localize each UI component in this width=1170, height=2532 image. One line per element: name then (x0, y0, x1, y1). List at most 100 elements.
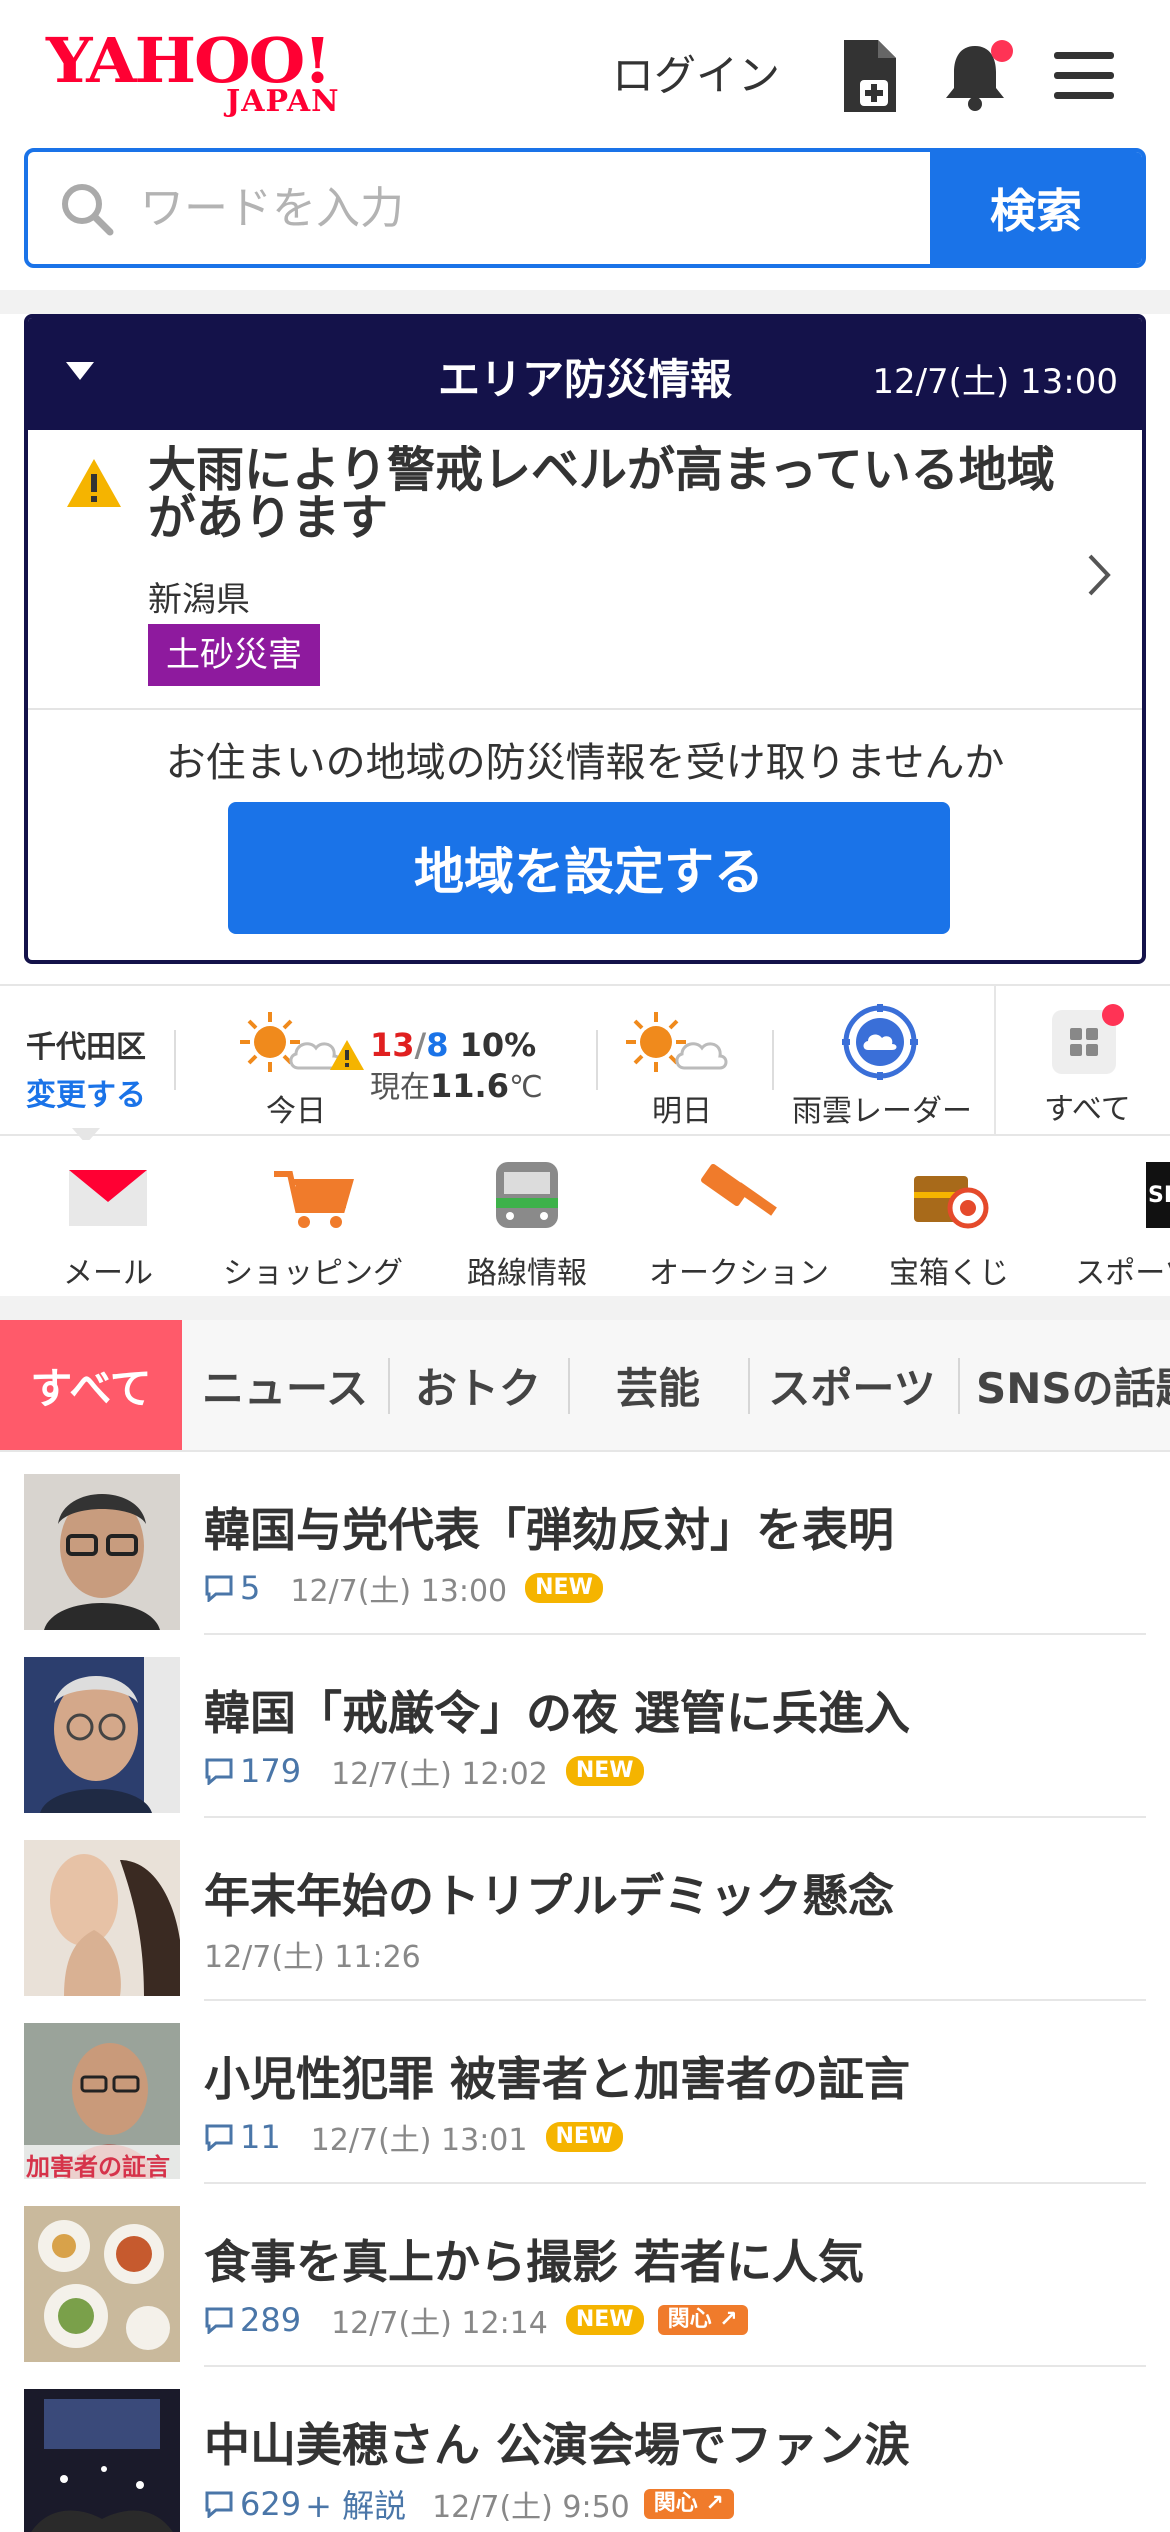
interest-badge: 関心 ↗ (643, 2489, 734, 2519)
search-box: 検索 (24, 148, 1146, 268)
disaster-date: 12/7(土) 13:00 (872, 362, 1118, 402)
low-temp: 8 (426, 1026, 449, 1064)
current-temp-value: 11.6 (430, 1067, 509, 1105)
service-shopping[interactable]: ショッピング (218, 1158, 408, 1292)
cart-icon (268, 1158, 358, 1234)
high-temp: 13 (370, 1026, 415, 1064)
yahoo-japan-logo[interactable]: YAHOO! JAPAN (46, 24, 361, 120)
temp-unit: ℃ (508, 1070, 543, 1105)
change-location-link[interactable]: 変更する (26, 1070, 146, 1114)
comment-number: 629 (240, 2485, 302, 2523)
bell-icon[interactable] (940, 36, 1013, 116)
comment-count[interactable]: 5 (204, 1569, 260, 1607)
news-time: 12/7(土) 12:14 (331, 2306, 548, 2341)
logo-main-text: YAHOO! (46, 24, 332, 97)
weather-warning-icon (328, 1038, 366, 1072)
treasure-icon (904, 1158, 994, 1234)
tab-entertainment[interactable]: 芸能 (570, 1320, 746, 1450)
service-label: ショッピング (223, 1256, 403, 1291)
news-item[interactable]: 中山美穂さん 公演会場でファン涙 629 + 解説 12/7(土) 9:50 関… (24, 2367, 1146, 2532)
comment-count[interactable]: 629 (204, 2485, 301, 2523)
news-item[interactable]: 食事を真上から撮影 若者に人気 289 12/7(土) 12:14 NEW 関心… (24, 2184, 1146, 2367)
warning-icon (64, 456, 124, 510)
tab-news[interactable]: ニュース (190, 1320, 380, 1450)
tab-sports[interactable]: スポーツ (752, 1320, 952, 1450)
news-list: 韓国与党代表「弾劾反対」を表明 5 12/7(土) 13:00 NEW 韓国「戒… (0, 1452, 1170, 2532)
service-treasure[interactable]: 宝箱くじ (884, 1158, 1014, 1292)
divider (596, 1030, 598, 1090)
news-time: 12/7(土) 12:02 (331, 1757, 548, 1792)
train-icon (482, 1158, 572, 1234)
news-title[interactable]: 中山美穂さん 公演会場でファン涙 (204, 2409, 910, 2475)
weather-location[interactable]: 千代田区 変更する (26, 1022, 146, 1114)
today-label: 今日 (266, 1094, 326, 1129)
hamburger-menu-icon[interactable] (1048, 36, 1118, 116)
tab-sns[interactable]: SNSの話題 (976, 1320, 1170, 1450)
rain-radar-label[interactable]: 雨雲レーダー (792, 1086, 972, 1130)
tab-deals[interactable]: おトク (390, 1320, 566, 1450)
news-thumbnail (24, 2206, 180, 2362)
news-thumbnail (24, 1840, 180, 1996)
current-temp: 現在11.6℃ (370, 1062, 543, 1106)
news-item[interactable]: 加害者の証言 小児性犯罪 被害者と加害者の証言 11 12/7(土) 13:01… (24, 2001, 1146, 2184)
news-title[interactable]: 年末年始のトリプルデミック懸念 (204, 1860, 894, 1926)
news-title[interactable]: 食事を真上から撮影 若者に人気 (204, 2226, 864, 2292)
news-meta: 11 12/7(土) 13:01 NEW (204, 2115, 624, 2159)
news-title[interactable]: 韓国「戒厳令」の夜 選管に兵進入 (204, 1677, 910, 1743)
disaster-header[interactable]: エリア防災情報 12/7(土) 13:00 (28, 318, 1142, 430)
new-badge: NEW (525, 1573, 603, 1603)
news-time: 12/7(土) 13:01 (310, 2123, 528, 2158)
tomorrow-label: 明日 (652, 1094, 712, 1129)
rain-radar-icon[interactable] (842, 1004, 918, 1080)
interest-label: 関心 (667, 2307, 712, 2332)
divider (748, 1358, 750, 1414)
comment-number: 179 (240, 1752, 302, 1790)
news-thumbnail (24, 1657, 180, 1813)
comment-count[interactable]: 179 (204, 1752, 301, 1790)
chevron-right-icon[interactable] (1084, 550, 1114, 600)
service-label: オークション (649, 1256, 829, 1291)
news-thumbnail (24, 2389, 180, 2532)
service-shortcuts: メール ショッピング 路線情報 オークション 宝箱くじ S スポー (0, 1140, 1170, 1296)
news-meta: 5 12/7(土) 13:00 NEW (204, 1566, 603, 1610)
weather-bar: 千代田区 変更する 13/8 10% 現在11.6℃ 今日 明日 雨雲レーダー … (0, 984, 1170, 1136)
sun-cloud-icon[interactable] (622, 1008, 746, 1082)
news-title[interactable]: 小児性犯罪 被害者と加害者の証言 (204, 2043, 910, 2109)
commentary-link[interactable]: + 解説 (305, 2481, 406, 2527)
news-meta: 12/7(土) 11:26 (204, 1932, 421, 1976)
search-input[interactable] (140, 168, 940, 248)
interest-label: 関心 (653, 2491, 698, 2516)
news-item[interactable]: 年末年始のトリプルデミック懸念 12/7(土) 11:26 (24, 1818, 1146, 2001)
comment-number: 5 (240, 1569, 261, 1607)
service-label: 宝箱くじ (889, 1256, 1009, 1291)
location-name: 千代田区 (26, 1030, 146, 1065)
service-auction[interactable]: オークション (646, 1158, 832, 1292)
news-title[interactable]: 韓国与党代表「弾劾反対」を表明 (204, 1494, 894, 1560)
news-time: 12/7(土) 11:26 (204, 1940, 421, 1975)
header: YAHOO! JAPAN ログイン ワードを入力 検索 (0, 0, 1170, 290)
set-region-button[interactable]: 地域を設定する (228, 802, 950, 934)
comment-count[interactable]: 11 (204, 2118, 281, 2156)
search-icon (58, 180, 116, 238)
comment-icon (205, 1758, 233, 1785)
service-transit[interactable]: 路線情報 (462, 1158, 592, 1292)
tab-all[interactable]: すべて (0, 1320, 182, 1450)
search-button[interactable]: 検索 (930, 152, 1142, 264)
interest-badge: 関心 ↗ (657, 2305, 748, 2335)
today-temps: 13/8 10% (370, 1026, 537, 1064)
svg-text:SPO: SPO (1148, 1183, 1170, 1208)
all-label: すべて (1044, 1092, 1131, 1127)
service-mail[interactable]: メール (58, 1158, 158, 1292)
all-services-button[interactable]: すべて (994, 986, 1170, 1134)
news-item[interactable]: 韓国与党代表「弾劾反対」を表明 5 12/7(土) 13:00 NEW (24, 1452, 1146, 1635)
add-document-icon[interactable] (836, 36, 906, 116)
new-badge: NEW (565, 1756, 644, 1786)
comment-count[interactable]: 289 (204, 2301, 301, 2339)
comment-icon (205, 2491, 233, 2518)
login-link[interactable]: ログイン (612, 42, 780, 103)
news-item[interactable]: 韓国「戒厳令」の夜 選管に兵進入 179 12/7(土) 12:02 NEW (24, 1635, 1146, 1818)
service-sports[interactable]: SPO スポーツ (1070, 1158, 1170, 1292)
alert-title[interactable]: 大雨により警戒レベルが高まっている地域があります (148, 446, 1068, 542)
comment-icon (205, 1575, 233, 1602)
news-tabs: すべて ニュース おトク 芸能 スポーツ SNSの話題 (0, 1320, 1170, 1452)
